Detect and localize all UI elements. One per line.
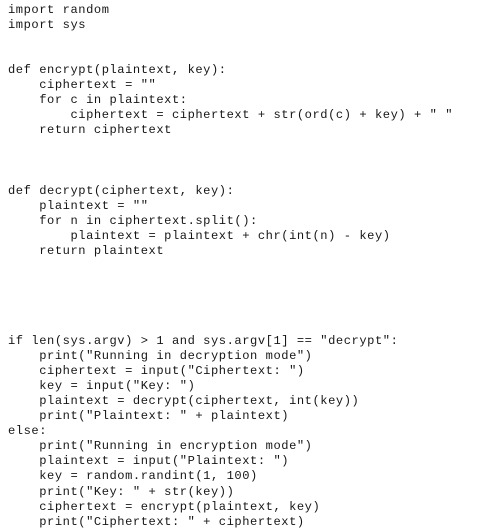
code-line: return plaintext bbox=[8, 243, 165, 258]
code-line: return ciphertext bbox=[8, 123, 172, 138]
code-line: def decrypt(ciphertext, key): bbox=[8, 183, 235, 198]
code-line: print("Ciphertext: " + ciphertext) bbox=[8, 514, 305, 529]
code-line: plaintext = "" bbox=[8, 198, 149, 213]
code-lines-container: import random import sys def encrypt(plai… bbox=[8, 3, 500, 530]
code-line: plaintext = plaintext + chr(int(n) - key… bbox=[8, 228, 391, 243]
code-line: def encrypt(plaintext, key): bbox=[8, 63, 227, 78]
code-line: plaintext = input("Plaintext: ") bbox=[8, 454, 290, 469]
python-source-code[interactable]: import random import sys def encrypt(plai… bbox=[0, 0, 500, 530]
code-line: plaintext = decrypt(ciphertext, int(key)… bbox=[8, 394, 360, 409]
code-line: ciphertext = ciphertext + str(ord(c) + k… bbox=[8, 108, 454, 123]
code-line: for n in ciphertext.split(): bbox=[8, 213, 258, 228]
code-line: ciphertext = "" bbox=[8, 78, 157, 93]
code-line: import sys bbox=[8, 18, 87, 33]
code-line: for c in plaintext: bbox=[8, 93, 188, 108]
code-line: print("Plaintext: " + plaintext) bbox=[8, 409, 290, 424]
code-line: print("Running in decryption mode") bbox=[8, 349, 313, 364]
code-line: else: bbox=[8, 424, 48, 439]
code-line: import random bbox=[8, 3, 110, 17]
code-line: key = input("Key: ") bbox=[8, 379, 196, 394]
code-line: print("Key: " + str(key)) bbox=[8, 484, 235, 499]
code-line: print("Running in encryption mode") bbox=[8, 439, 313, 454]
code-line: key = random.randint(1, 100) bbox=[8, 469, 258, 484]
code-line: ciphertext = input("Ciphertext: ") bbox=[8, 364, 305, 379]
code-line: ciphertext = encrypt(plaintext, key) bbox=[8, 499, 321, 514]
code-listing-panel: import random import sys def encrypt(plai… bbox=[0, 0, 500, 529]
code-line: if len(sys.argv) > 1 and sys.argv[1] == … bbox=[8, 334, 399, 349]
